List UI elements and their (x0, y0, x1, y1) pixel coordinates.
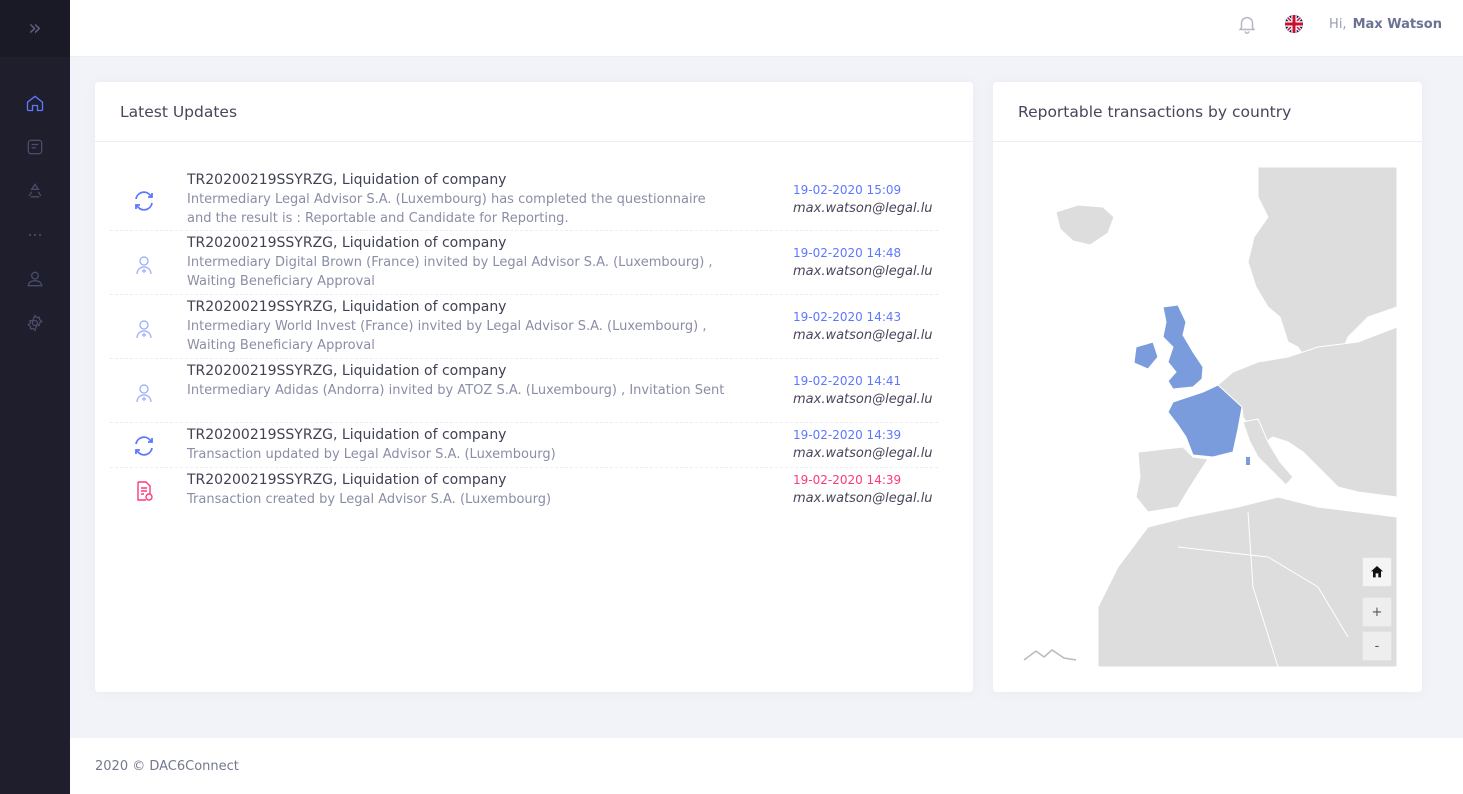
update-description: Transaction created by Legal Advisor S.A… (187, 492, 552, 507)
map-card-header: Reportable transactions by country (993, 82, 1422, 142)
updates-list: TR20200219SSYRZG, Liquidation of company… (110, 170, 938, 513)
zoom-out-button[interactable]: - (1362, 631, 1392, 661)
list-item[interactable]: TR20200219SSYRZG, Liquidation of company… (110, 468, 938, 513)
sidebar-toggle-icon[interactable]: » (28, 17, 41, 40)
update-description: Intermediary Digital Brown (France) invi… (187, 255, 713, 289)
zoom-in-button[interactable]: + (1362, 597, 1392, 627)
latest-updates-header: Latest Updates (95, 82, 973, 142)
user-icon (27, 271, 43, 287)
sidebar-item-settings[interactable] (0, 301, 70, 345)
update-date: 19-02-2020 14:41 (793, 374, 902, 388)
update-title: TR20200219SSYRZG, Liquidation of company (187, 363, 507, 379)
home-icon (26, 95, 44, 112)
update-title: TR20200219SSYRZG, Liquidation of company (187, 472, 507, 488)
invite-user-icon (131, 252, 157, 278)
update-title: TR20200219SSYRZG, Liquidation of company (187, 299, 507, 315)
update-description: Intermediary World Invest (France) invit… (187, 319, 707, 353)
copyright-text: 2020 © DAC6Connect (95, 758, 239, 774)
bell-icon[interactable] (1236, 13, 1258, 35)
invite-user-icon (131, 380, 157, 406)
update-email: max.watson@legal.lu (793, 491, 933, 506)
recycle-icon (28, 183, 42, 198)
header-toolbar: Hi, Max Watson (1236, 0, 1442, 48)
latest-updates-title: Latest Updates (120, 102, 238, 121)
sidebar: » (0, 0, 70, 794)
map-canvas (1023, 167, 1397, 667)
latest-updates-card: Latest Updates TR20200219SSYRZG, Liquida… (95, 82, 973, 692)
sidebar-item-more[interactable] (0, 213, 70, 257)
list-item[interactable]: TR20200219SSYRZG, Liquidation of company… (110, 231, 938, 295)
update-email: max.watson@legal.lu (793, 392, 933, 407)
update-date: 19-02-2020 14:48 (793, 246, 902, 260)
sidebar-nav (0, 81, 70, 345)
top-header: Hi, Max Watson (70, 0, 1463, 57)
home-icon (1371, 566, 1383, 578)
update-title: TR20200219SSYRZG, Liquidation of company (187, 427, 507, 443)
greeting-text: Hi, (1329, 16, 1347, 32)
update-date: 19-02-2020 14:39 (793, 428, 902, 442)
settings-icon (27, 314, 43, 332)
country-central-europe (1217, 326, 1397, 498)
country-map-card: Reportable transactions by country + - (993, 82, 1422, 692)
list-item[interactable]: TR20200219SSYRZG, Liquidation of company… (110, 295, 938, 359)
list-item[interactable]: TR20200219SSYRZG, Liquidation of company… (110, 423, 938, 468)
europe-map[interactable]: + - (1018, 167, 1397, 667)
more-dots-icon (28, 233, 42, 237)
region-north-africa (1097, 496, 1397, 667)
map-home-button[interactable] (1362, 557, 1392, 587)
map-card-title: Reportable transactions by country (1018, 102, 1292, 121)
country-ireland (1133, 341, 1159, 370)
uk-flag-icon[interactable] (1285, 15, 1304, 33)
country-iberia (1135, 446, 1209, 513)
sidebar-brand: » (0, 0, 70, 57)
list-item[interactable]: TR20200219SSYRZG, Liquidation of company… (110, 170, 938, 231)
update-email: max.watson@legal.lu (793, 446, 933, 461)
sidebar-item-user[interactable] (0, 257, 70, 301)
footer: 2020 © DAC6Connect (70, 738, 1463, 794)
invite-user-icon (131, 316, 157, 342)
list-item[interactable]: TR20200219SSYRZG, Liquidation of company… (110, 359, 938, 423)
update-description: Intermediary Adidas (Andorra) invited by… (187, 383, 725, 398)
update-email: max.watson@legal.lu (793, 328, 933, 343)
update-title: TR20200219SSYRZG, Liquidation of company (187, 172, 507, 188)
update-description: Intermediary Legal Advisor S.A. (Luxembo… (187, 192, 706, 226)
update-email: max.watson@legal.lu (793, 264, 933, 279)
sidebar-item-recycle[interactable] (0, 169, 70, 213)
documents-icon (27, 139, 43, 155)
country-iceland (1055, 204, 1115, 246)
map-logo-icon (1023, 649, 1077, 661)
user-name[interactable]: Max Watson (1353, 17, 1442, 32)
sidebar-item-home[interactable] (0, 81, 70, 125)
update-email: max.watson@legal.lu (793, 201, 933, 216)
sidebar-item-documents[interactable] (0, 125, 70, 169)
sync-icon (131, 188, 157, 214)
update-title: TR20200219SSYRZG, Liquidation of company (187, 235, 507, 251)
update-description: Transaction updated by Legal Advisor S.A… (187, 447, 556, 462)
update-date: 19-02-2020 14:39 (793, 473, 902, 487)
country-uk (1162, 304, 1204, 390)
document-created-icon (131, 478, 157, 504)
update-date: 19-02-2020 15:09 (793, 183, 902, 197)
sync-icon (131, 433, 157, 459)
update-date: 19-02-2020 14:43 (793, 310, 902, 324)
